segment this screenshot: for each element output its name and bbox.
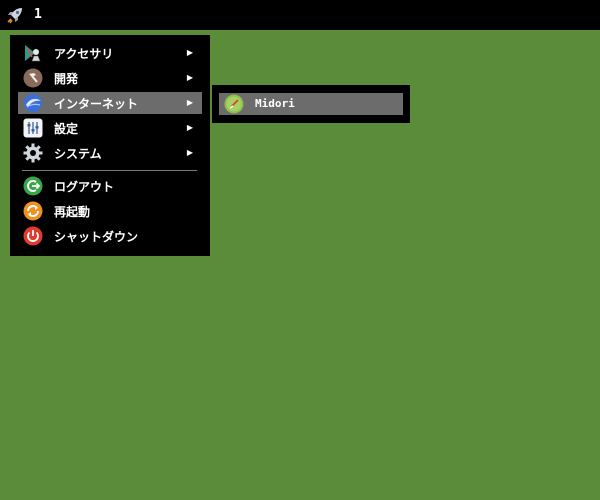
submenu-arrow-icon: ▶ (186, 148, 193, 157)
menu-item-settings[interactable]: 設定 ▶ (18, 117, 202, 139)
menu-item-shutdown[interactable]: シャットダウン (18, 225, 202, 247)
submenu-arrow-icon: ▶ (186, 123, 193, 132)
menu-item-system[interactable]: システム ▶ (18, 142, 202, 164)
menu-item-label: インターネット (54, 97, 139, 111)
rocket-icon[interactable] (5, 5, 25, 25)
submenu-arrow-icon: ▶ (186, 98, 193, 107)
submenu-arrow-icon: ▶ (186, 48, 193, 57)
menu-item-accessories[interactable]: アクセサリ ▶ (18, 42, 202, 64)
menu-item-internet[interactable]: インターネット ▶ (18, 92, 202, 114)
gear-icon (23, 143, 43, 163)
internet-globe-icon (24, 94, 42, 112)
top-panel: 1 (0, 0, 600, 30)
accessories-icon (25, 45, 41, 62)
menu-item-label: 再起動 (54, 205, 91, 219)
menu-item-logout[interactable]: ログアウト (18, 175, 202, 197)
application-menu: アクセサリ ▶ 開発 ▶ インターネット ▶ 設定 ▶ システム ▶ ログアウト… (10, 35, 210, 256)
menu-item-restart[interactable]: 再起動 (18, 200, 202, 222)
menu-item-label: ログアウト (54, 180, 115, 194)
menu-item-development[interactable]: 開発 ▶ (18, 67, 202, 89)
menu-separator (22, 170, 197, 171)
hammer-icon (23, 68, 43, 88)
logout-icon (23, 176, 43, 196)
menu-item-label: システム (54, 147, 102, 161)
midori-browser-icon (224, 94, 244, 114)
power-icon (23, 226, 43, 246)
menu-item-label: シャットダウン (54, 230, 139, 244)
menu-item-label: 開発 (54, 72, 79, 86)
settings-sliders-icon (23, 118, 43, 138)
submenu-item-midori[interactable]: Midori (219, 93, 403, 115)
submenu-arrow-icon: ▶ (186, 73, 193, 82)
menu-item-label: アクセサリ (54, 47, 114, 61)
submenu-item-label: Midori (255, 97, 295, 110)
workspace-number[interactable]: 1 (34, 7, 42, 22)
internet-submenu: Midori (212, 85, 410, 123)
restart-icon (23, 201, 43, 221)
menu-item-label: 設定 (54, 122, 79, 136)
